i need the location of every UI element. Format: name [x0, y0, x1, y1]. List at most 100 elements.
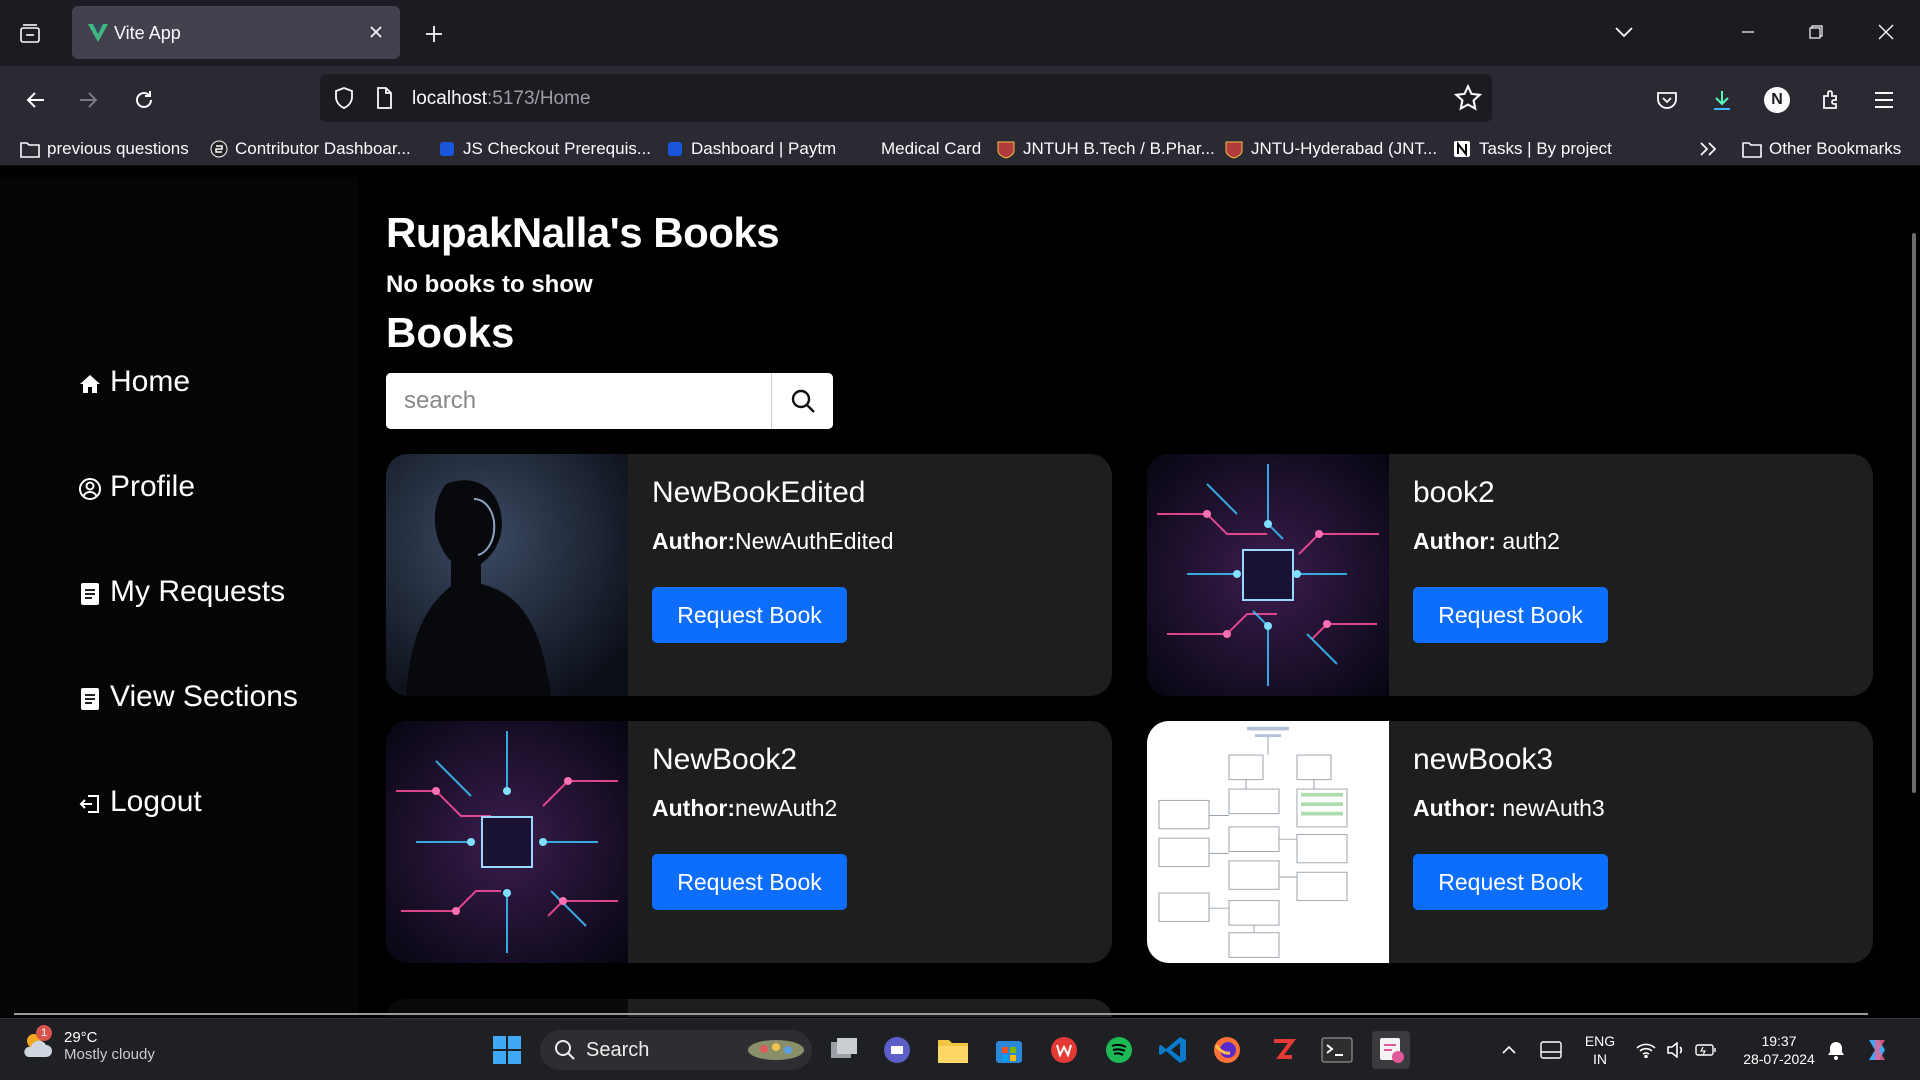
touch-keyboard-icon[interactable] [1536, 1031, 1566, 1069]
bookmark-label: Dashboard | Paytm [691, 139, 837, 158]
taskbar-search[interactable]: Search [540, 1030, 812, 1070]
file-explorer-icon[interactable] [934, 1031, 972, 1069]
book-author: Author:NewAuthEdited [652, 528, 894, 555]
forward-icon[interactable] [68, 80, 108, 120]
web-page: Home Profile My Requests View Sections L… [0, 167, 1920, 1017]
bookmark-label: Medical Card [881, 139, 982, 158]
back-icon[interactable] [16, 80, 56, 120]
account-initial: N [1764, 87, 1790, 113]
reload-icon[interactable] [124, 80, 164, 120]
author-name: auth2 [1496, 528, 1560, 554]
bookmark-label: JNTU-Hyderabad (JNT... [1251, 139, 1438, 158]
restore-icon[interactable] [1796, 14, 1836, 50]
horizontal-divider [14, 1013, 1868, 1015]
search-box [386, 373, 833, 429]
sidebar-item-home[interactable]: Home [78, 365, 190, 399]
terminal-icon[interactable] [1318, 1031, 1356, 1069]
close-window-icon[interactable] [1866, 14, 1906, 50]
site-favicon-icon [1225, 141, 1243, 159]
microsoft-store-icon[interactable] [990, 1031, 1028, 1069]
clock-time: 19:37 [1761, 1033, 1797, 1049]
request-book-button[interactable]: Request Book [1413, 587, 1608, 643]
bookmark-label: JNTUH B.Tech / B.Phar... [1023, 139, 1215, 158]
bookmark-label: JS Checkout Prerequis... [463, 139, 652, 158]
wps-office-icon[interactable] [1045, 1031, 1083, 1069]
extensions-icon[interactable] [1811, 80, 1851, 120]
more-bookmarks-icon[interactable] [1698, 136, 1718, 162]
sidebar: Home Profile My Requests View Sections L… [0, 177, 358, 1017]
windows-start-icon[interactable] [488, 1031, 526, 1069]
sidebar-item-profile[interactable]: Profile [78, 470, 195, 504]
downloads-icon[interactable] [1702, 80, 1742, 120]
bookmark-item[interactable]: Medical Card [856, 136, 981, 162]
other-bookmarks-folder[interactable]: Other Bookmarks [1742, 136, 1901, 162]
wifi-icon[interactable] [1632, 1031, 1660, 1069]
request-book-button[interactable]: Request Book [652, 854, 847, 910]
spotify-icon[interactable] [1100, 1031, 1138, 1069]
weather-badge: 1 [36, 1025, 52, 1041]
author-label: Author: [1413, 528, 1497, 554]
bookmark-item[interactable]: JNTUH B.Tech / B.Phar... [996, 136, 1215, 162]
clock[interactable]: 19:37 28-07-2024 [1736, 1032, 1822, 1068]
close-tab-icon[interactable] [364, 20, 388, 44]
books-heading: Books [386, 309, 515, 356]
clock-date: 28-07-2024 [1743, 1051, 1815, 1067]
bookmark-item[interactable]: Contributor Dashboar... [210, 136, 411, 162]
taskbar-search-label: Search [586, 1038, 650, 1061]
bookmark-label: previous questions [47, 139, 189, 158]
snipping-tool-icon[interactable] [1372, 1031, 1410, 1069]
request-book-button[interactable]: Request Book [1413, 854, 1608, 910]
show-hidden-icons-chevron[interactable] [1494, 1031, 1524, 1069]
minimize-icon[interactable] [1728, 14, 1768, 50]
battery-icon[interactable] [1692, 1031, 1720, 1069]
copilot-icon[interactable] [1860, 1031, 1894, 1069]
request-book-button[interactable]: Request Book [652, 587, 847, 643]
bookmark-item[interactable]: previous questions [20, 136, 189, 162]
book-card: book2 Author: auth2 Request Book [1147, 454, 1873, 696]
author-name: newAuth3 [1496, 795, 1605, 821]
book-cover-image [1147, 721, 1389, 963]
firefox-icon[interactable] [1208, 1031, 1246, 1069]
teams-chat-icon[interactable] [878, 1031, 916, 1069]
bookmark-item[interactable]: Tasks | By project [1452, 136, 1612, 162]
address-bar[interactable]: localhost:5173/Home [320, 74, 1492, 122]
search-button[interactable] [771, 373, 833, 429]
empty-state-text: No books to show [386, 271, 593, 298]
author-label: Author: [652, 795, 736, 821]
tab-list-chevron-icon[interactable] [1604, 14, 1644, 50]
sidebar-item-my-requests[interactable]: My Requests [78, 575, 285, 609]
url-text[interactable]: localhost:5173/Home [412, 88, 591, 110]
tab-overview-icon[interactable] [12, 16, 48, 52]
volume-icon[interactable] [1662, 1031, 1690, 1069]
site-favicon-icon [997, 141, 1015, 159]
page-scrollbar[interactable] [1912, 233, 1916, 793]
tracking-protection-shield-icon[interactable] [332, 86, 356, 110]
sidebar-item-logout[interactable]: Logout [78, 785, 202, 819]
search-input[interactable] [386, 373, 770, 429]
account-avatar[interactable]: N [1757, 80, 1797, 120]
browser-tab[interactable]: Vite App [72, 6, 400, 59]
book-author: Author: auth2 [1413, 528, 1560, 555]
new-tab-icon[interactable] [418, 18, 450, 50]
vscode-icon[interactable] [1154, 1031, 1192, 1069]
menu-icon[interactable] [1864, 80, 1904, 120]
task-view-icon[interactable] [826, 1031, 864, 1069]
notion-icon [1454, 141, 1470, 157]
bookmark-item[interactable]: JNTU-Hyderabad (JNT... [1224, 136, 1437, 162]
notification-bell-icon[interactable] [1822, 1031, 1850, 1069]
page-info-icon[interactable] [372, 86, 396, 110]
tab-title: Vite App [114, 23, 181, 43]
weather-widget[interactable]: 1 29°C Mostly cloudy [20, 1025, 155, 1063]
site-favicon-icon [440, 142, 454, 156]
browser-tab-bar: Vite App [0, 0, 1920, 66]
sidebar-item-view-sections[interactable]: View Sections [78, 680, 298, 714]
language-indicator[interactable]: ENG IN [1582, 1032, 1618, 1068]
book-title: book2 [1413, 476, 1495, 509]
bookmark-item[interactable]: JS Checkout Prerequis... [438, 136, 651, 162]
sidebar-item-label: My Requests [110, 575, 286, 608]
pocket-icon[interactable] [1647, 80, 1687, 120]
book-card: newBook3 Author: newAuth3 Request Book [1147, 721, 1873, 963]
bookmark-item[interactable]: Dashboard | Paytm [666, 136, 836, 162]
bookmark-star-icon[interactable] [1454, 84, 1482, 112]
filezilla-icon[interactable] [1264, 1031, 1302, 1069]
